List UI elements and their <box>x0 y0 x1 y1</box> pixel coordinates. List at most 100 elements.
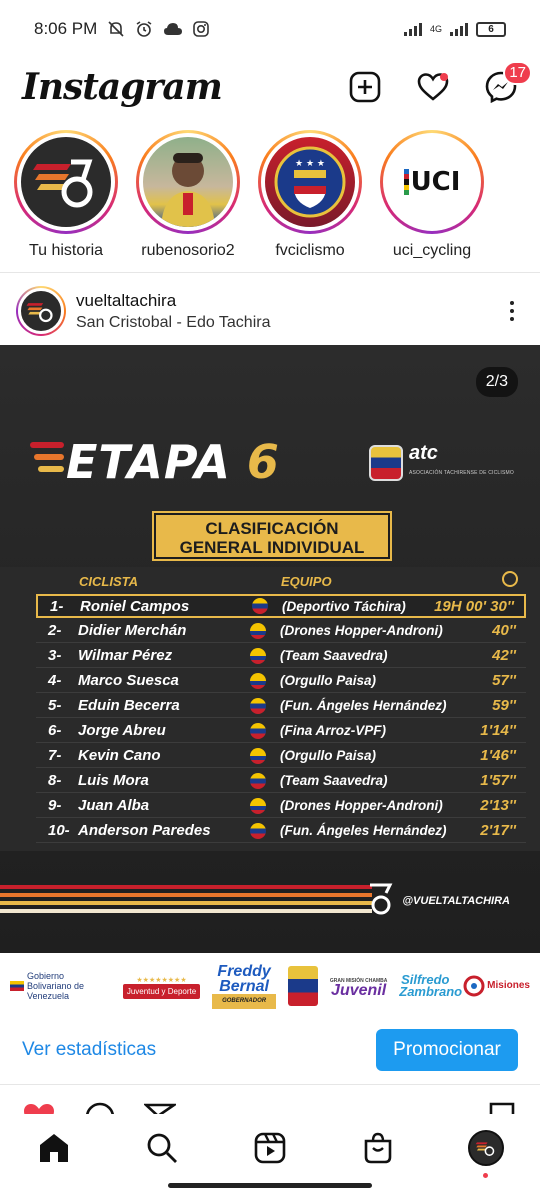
fvc-crest-icon: ★ ★ ★ <box>274 146 346 218</box>
team-name: (Drones Hopper-Androni) <box>280 623 443 638</box>
team-name: (Deportivo Táchira) <box>282 598 406 614</box>
reels-icon <box>254 1132 286 1164</box>
nav-reels[interactable] <box>250 1128 290 1168</box>
standings-row: 4- Marco Suesca (Orgullo Paisa) 57'' <box>36 669 526 693</box>
venezuela-flag-icon <box>250 772 266 789</box>
team-name: (Fina Arroz-VPF) <box>280 723 386 738</box>
home-icon <box>40 1134 68 1162</box>
alarm-icon <box>136 21 152 37</box>
new-post-button[interactable] <box>348 70 382 104</box>
rank: 2- <box>48 622 62 639</box>
gap-time: 57'' <box>492 672 516 689</box>
colombia-flag-icon <box>250 672 266 689</box>
gap-time: 42'' <box>492 647 516 664</box>
rider-photo-icon <box>161 153 215 227</box>
standings-row: 7- Kevin Cano (Orgullo Paisa) 1'46'' <box>36 744 526 768</box>
gap-time: 40'' <box>492 622 516 639</box>
colombia-flag-icon <box>250 797 266 814</box>
team-name: (Fun. Ángeles Hernández) <box>280 823 447 838</box>
stage-heading: ETAPA 6 <box>30 435 279 489</box>
messages-button[interactable]: 17 <box>484 61 532 104</box>
nav-home[interactable] <box>34 1128 74 1168</box>
standings-row: 6- Jorge Abreu (Fina Arroz-VPF) 1'14'' <box>36 719 526 743</box>
instagram-small-icon <box>193 21 210 37</box>
post-avatar[interactable] <box>16 286 66 336</box>
standings-row: 8- Luis Mora (Team Saavedra) 1'57'' <box>36 769 526 793</box>
team-name: (Fun. Ángeles Hernández) <box>280 698 447 713</box>
classification-title: CLASIFICACIÓN GENERAL INDIVIDUAL <box>152 511 392 561</box>
story-label: Tu historia <box>28 242 104 259</box>
rider-name: Roniel Campos <box>80 597 190 615</box>
sponsor-misiones: Misiones <box>463 975 530 997</box>
gap-time: 2'17'' <box>480 822 516 839</box>
rank: 9- <box>48 797 62 814</box>
rider-name: Marco Suesca <box>78 672 179 689</box>
sponsor-juventud: ★★★★★★★★ Juventud y Deporte <box>122 976 201 999</box>
messages-badge: 17 <box>503 61 532 85</box>
vuelta-tachira-logo-icon <box>370 883 393 915</box>
more-icon <box>510 301 514 321</box>
vuelta-tachira-logo-icon <box>33 159 93 208</box>
standings-table: CICLISTA EQUIPO 1- Roniel Campos (Deportiv… <box>0 567 540 851</box>
rank: 6- <box>48 722 62 739</box>
story-uci-cycling[interactable]: UCI uci_cycling <box>380 130 484 270</box>
nav-profile[interactable] <box>466 1128 506 1178</box>
colombia-flag-icon <box>250 622 266 639</box>
gap-time: 1'57'' <box>480 772 516 789</box>
post-image[interactable]: 2/3 ETAPA 6 atc ASOCIACIÓN TACHIRENSE DE… <box>0 345 540 953</box>
post-actions: Ver estadísticas Promocionar <box>22 1028 518 1072</box>
post-username[interactable]: vueltaltachira <box>76 291 270 311</box>
team-name: (Team Saavedra) <box>280 648 388 663</box>
rank: 10- <box>48 822 70 839</box>
stage-word: ETAPA <box>66 435 231 489</box>
network-label: 4G <box>429 23 442 34</box>
venezuela-flag-icon <box>252 598 268 614</box>
stopwatch-icon <box>502 571 518 587</box>
rider-name: Didier Merchán <box>78 622 187 639</box>
sponsor-silfredo: Silfredo Zambrano <box>399 972 463 999</box>
nav-search[interactable] <box>142 1128 182 1168</box>
misiones-logo-icon <box>463 975 485 997</box>
standings-row: 1- Roniel Campos (Deportivo Táchira) 19H 00… <box>36 594 526 618</box>
divider <box>0 272 540 273</box>
story-label: fvciclismo <box>275 242 345 259</box>
more-options-button[interactable] <box>500 301 524 321</box>
rider-name: Kevin Cano <box>78 747 161 764</box>
venezuela-flag-icon <box>250 822 266 839</box>
standings-row: 10- Anderson Paredes (Fun. Ángeles Hernánd… <box>36 819 526 843</box>
promote-button[interactable]: Promocionar <box>376 1029 518 1071</box>
profile-icon <box>468 1130 504 1166</box>
team-name: (Team Saavedra) <box>280 773 388 788</box>
vuelta-tachira-logo-icon <box>26 303 53 323</box>
column-team: EQUIPO <box>281 574 332 589</box>
team-name: (Drones Hopper-Androni) <box>280 798 443 813</box>
brand-strip: @VUELTALTACHIRA <box>0 869 540 929</box>
venezuela-flag-icon <box>250 697 266 714</box>
venezuela-flag-icon <box>250 722 266 739</box>
rider-name: Anderson Paredes <box>78 822 211 839</box>
standings-row: 9- Juan Alba (Drones Hopper-Androni) 2'13'' <box>36 794 526 818</box>
rank: 4- <box>48 672 62 689</box>
rider-name: Wilmar Pérez <box>78 647 173 664</box>
status-bar: 8:06 PM 4G 6 <box>0 0 540 58</box>
atc-logo: atc ASOCIACIÓN TACHIRENSE DE CICLISMO <box>408 442 514 476</box>
rank: 7- <box>48 747 62 764</box>
notifications-button[interactable] <box>416 70 450 104</box>
sponsor-juvenil: GRAN MISIÓN CHAMBA Juvenil <box>329 978 388 999</box>
sponsor-freddy-bernal: Freddy Bernal GOBERNADOR <box>212 963 277 1009</box>
brand-stripes <box>0 885 372 913</box>
story-rubenosorio2[interactable]: rubenosorio2 <box>136 130 240 270</box>
team-name: (Orgullo Paisa) <box>280 673 377 688</box>
story-tu-historia[interactable]: Tu historia <box>14 130 118 270</box>
story-label: rubenosorio2 <box>141 242 235 259</box>
story-fvciclismo[interactable]: ★ ★ ★ fvciclismo <box>258 130 362 270</box>
rank: 8- <box>48 772 62 789</box>
battery-icon: 6 <box>476 21 506 37</box>
view-insights-link[interactable]: Ver estadísticas <box>22 1039 156 1061</box>
post-location[interactable]: San Cristobal - Edo Tachira <box>76 314 270 332</box>
gap-time: 59'' <box>492 697 516 714</box>
nav-shop[interactable] <box>358 1128 398 1168</box>
post-header: vueltaltachira San Cristobal - Edo Tachi… <box>0 282 540 340</box>
rank: 3- <box>48 647 62 664</box>
story-label: uci_cycling <box>392 242 472 259</box>
